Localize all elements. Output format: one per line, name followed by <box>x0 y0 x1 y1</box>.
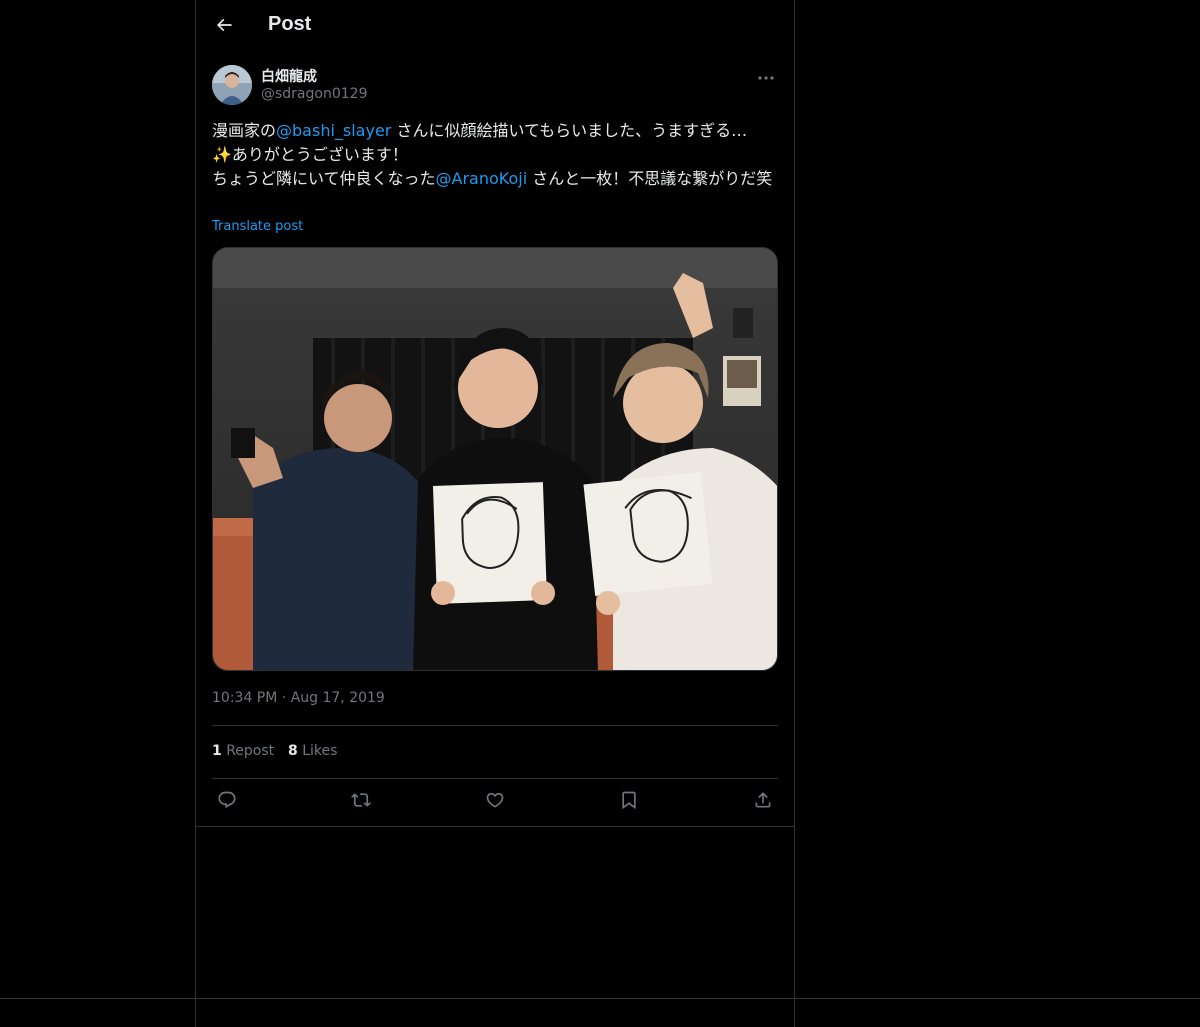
user-handle[interactable]: @sdragon0129 <box>261 86 367 102</box>
repost-button[interactable] <box>348 789 374 815</box>
post-text: 漫画家の@bashi_slayer さんに似顔絵描いてもらいました、うますぎる…… <box>212 119 778 191</box>
arrow-left-icon <box>214 15 234 39</box>
post-text-segment: ちょうど隣にいて仲良くなった <box>212 169 436 188</box>
mention-link[interactable]: @bashi_slayer <box>276 121 391 140</box>
reposts-stat[interactable]: 1 Repost <box>212 743 274 759</box>
likes-label: Likes <box>302 743 338 759</box>
back-button[interactable] <box>206 9 242 45</box>
meta-divider <box>212 725 778 726</box>
avatar[interactable] <box>212 65 252 105</box>
repost-icon <box>351 790 371 814</box>
bookmark-icon <box>619 790 639 814</box>
like-button[interactable] <box>482 789 508 815</box>
meta-separator: · <box>277 690 291 706</box>
heart-icon <box>485 790 505 814</box>
page-title: Post <box>268 13 312 35</box>
post-author: 白畑龍成 @sdragon0129 <box>212 64 778 108</box>
post-text-segment: ✨ありがとうございます！ <box>212 145 408 164</box>
post-text-segment: さんに似顔絵描いてもらいました、うますぎる… <box>391 121 748 140</box>
mention-link[interactable]: @AranoKoji <box>436 169 528 188</box>
stats-divider <box>212 778 778 779</box>
bookmark-button[interactable] <box>616 789 642 815</box>
post-photo[interactable] <box>212 247 778 671</box>
photo-image <box>213 248 777 670</box>
post-bottom-divider <box>196 826 794 827</box>
post-stats: 1 Repost 8 Likes <box>212 743 778 763</box>
post-time: 10:34 PM <box>212 690 278 706</box>
post-timestamp[interactable]: 10:34 PM · Aug 17, 2019 <box>212 690 385 706</box>
reply-icon <box>217 790 237 814</box>
translate-post-link[interactable]: Translate post <box>212 219 303 234</box>
post-text-segment: 漫画家の <box>212 121 277 140</box>
post-header: Post <box>196 0 794 54</box>
post-column: Post 白畑龍成 @sdragon0129 漫画家の@bashi_slayer… <box>195 0 795 1027</box>
reposts-label: Repost <box>226 743 275 759</box>
share-button[interactable] <box>750 789 776 815</box>
display-name[interactable]: 白畑龍成 <box>261 66 317 86</box>
reposts-count: 1 <box>212 743 222 759</box>
share-icon <box>753 790 773 814</box>
reply-button[interactable] <box>214 789 240 815</box>
more-horizontal-icon <box>758 66 774 85</box>
post-text-segment: さんと一枚！不思議な繋がりだ笑 <box>527 169 773 188</box>
post-actions <box>212 789 778 815</box>
likes-count: 8 <box>288 743 298 759</box>
post-date: Aug 17, 2019 <box>290 690 385 706</box>
more-options-button[interactable] <box>754 64 778 86</box>
likes-stat[interactable]: 8 Likes <box>288 743 337 759</box>
